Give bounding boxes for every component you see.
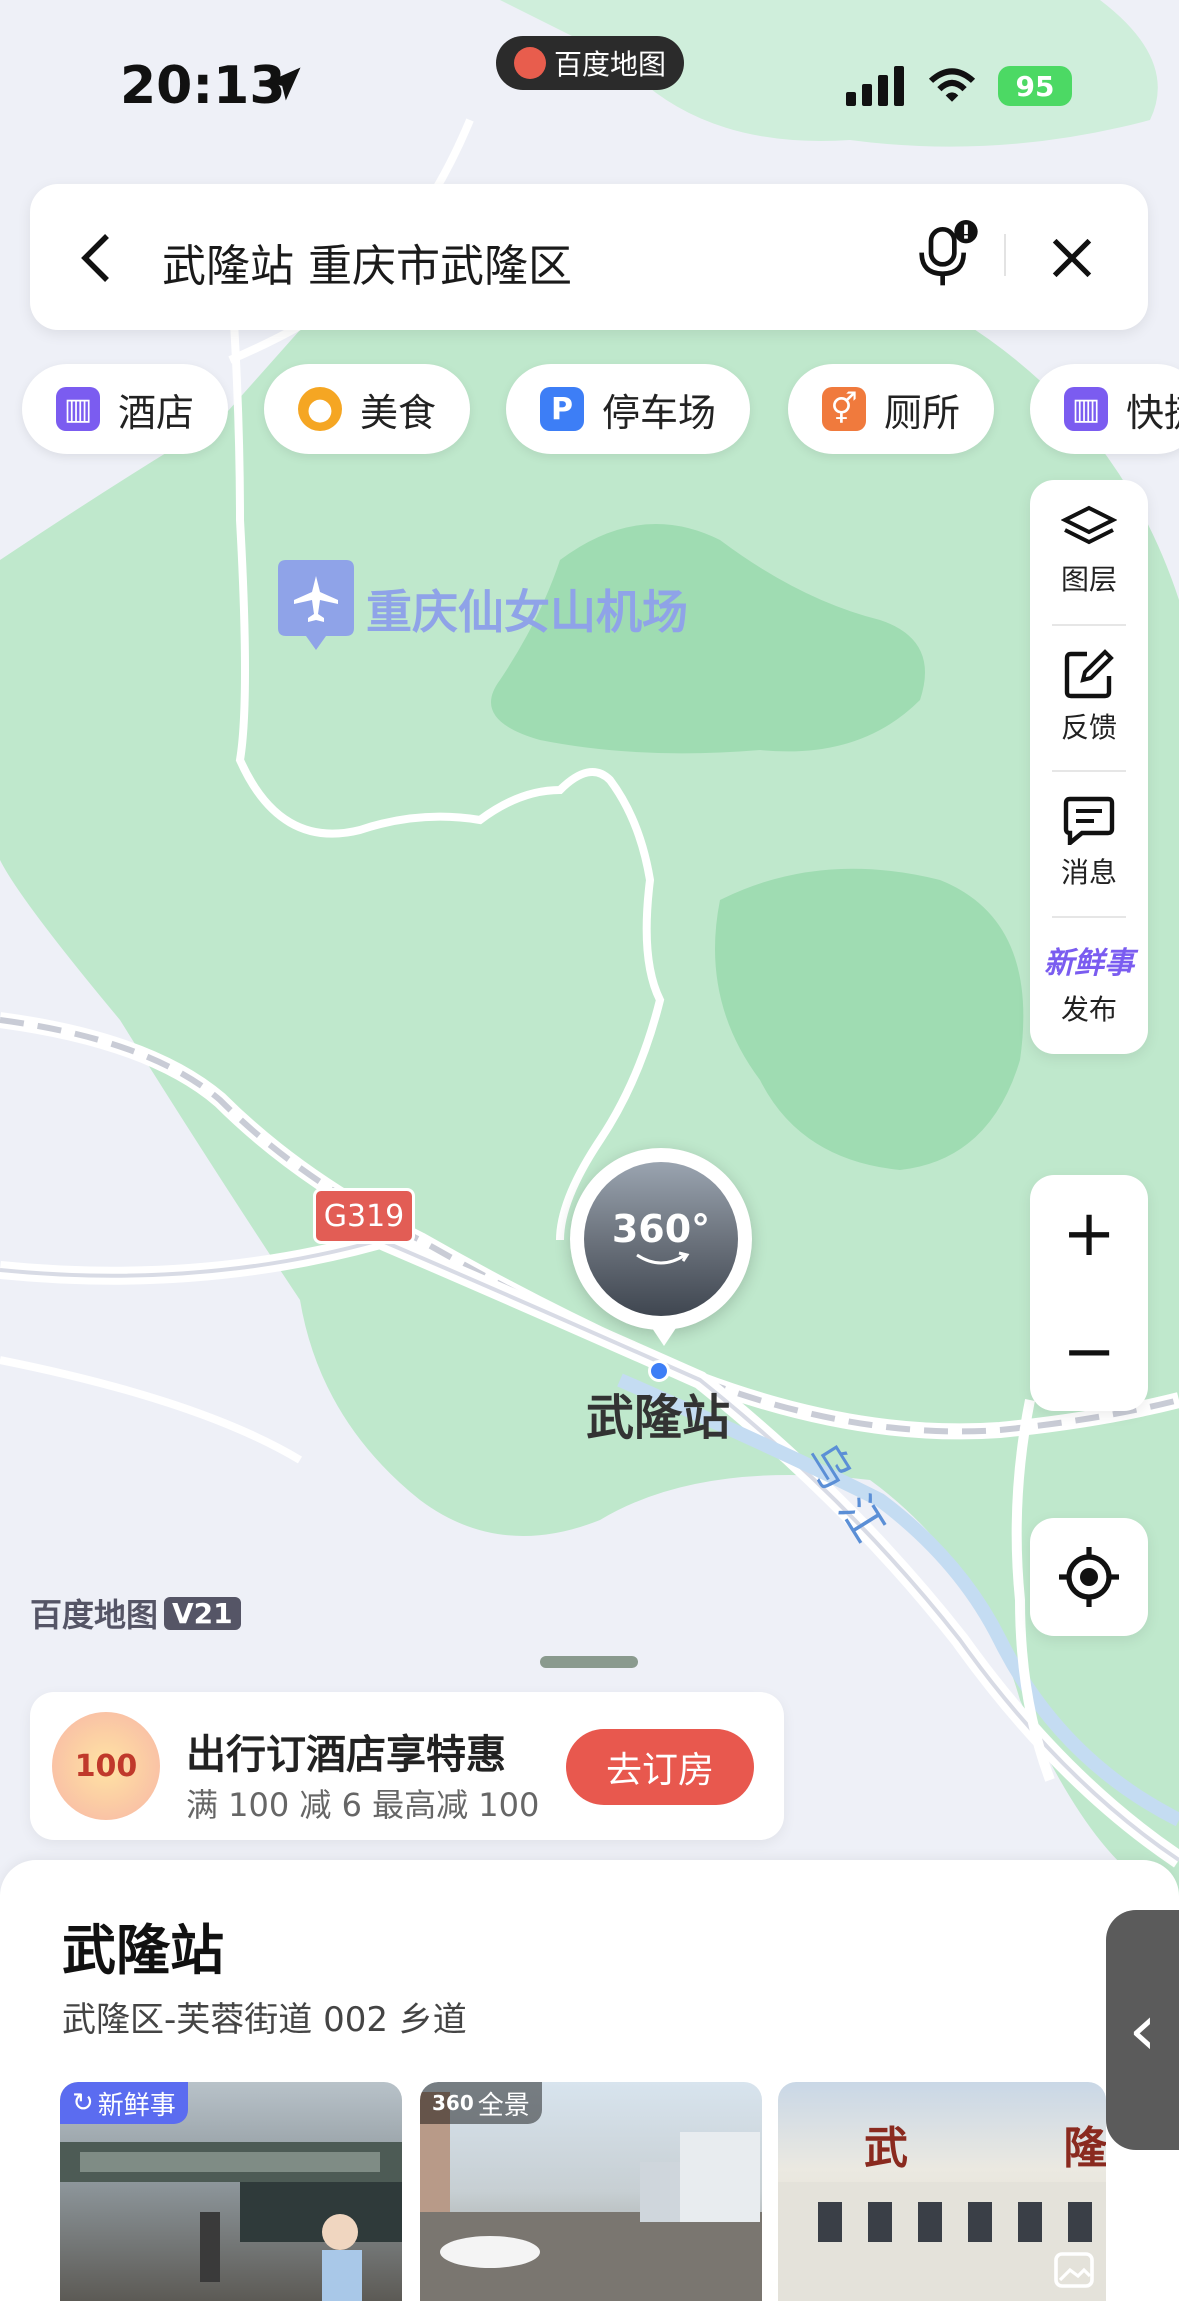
chip-label: 快捷 bbox=[1126, 390, 1179, 435]
layers-button[interactable]: 图层 bbox=[1030, 480, 1148, 622]
hotel-icon: ▥ bbox=[1064, 387, 1108, 431]
layers-label: 图层 bbox=[1060, 563, 1117, 596]
pin-360-label: 360° bbox=[611, 1207, 711, 1251]
signal-icon bbox=[846, 66, 904, 106]
station-sign: 武 隆 bbox=[864, 2123, 1106, 2174]
chip-parking[interactable]: P 停车场 bbox=[506, 364, 751, 454]
battery-level: 95 bbox=[1015, 69, 1055, 103]
app-indicator: 百度地图 bbox=[496, 36, 684, 90]
gallery-icon[interactable] bbox=[1054, 2252, 1094, 2288]
airport-icon[interactable] bbox=[278, 560, 354, 650]
feedback-button[interactable]: 反馈 bbox=[1030, 626, 1148, 768]
messages-label: 消息 bbox=[1060, 856, 1117, 889]
wifi-icon bbox=[928, 68, 976, 102]
promo-subtitle: 满 100 减 6 最高减 100 bbox=[186, 1786, 540, 1824]
chip-express-hotel[interactable]: ▥ 快捷 bbox=[1030, 364, 1179, 454]
tag-label: 新鲜事 bbox=[97, 2090, 176, 2121]
panorama-tag: 360 全景 bbox=[420, 2082, 542, 2124]
message-icon bbox=[1063, 796, 1115, 845]
chip-label: 酒店 bbox=[118, 390, 195, 435]
place-title: 武隆站 bbox=[62, 1919, 224, 1982]
app-name: 百度地图 bbox=[553, 48, 666, 81]
watermark-text: 百度地图 bbox=[30, 1596, 159, 1634]
food-icon: ● bbox=[298, 387, 342, 431]
status-time: 20:13 bbox=[120, 56, 286, 116]
rotate-icon bbox=[636, 1251, 690, 1265]
watermark-version: V21 bbox=[164, 1596, 241, 1630]
chevron-left-icon: ‹ bbox=[1128, 1989, 1157, 2071]
book-hotel-button[interactable]: 去订房 bbox=[566, 1729, 754, 1805]
photo-thumbnail[interactable]: ↻ 新鲜事 bbox=[60, 2082, 402, 2301]
drag-handle[interactable] bbox=[540, 1656, 638, 1668]
chip-label: 厕所 bbox=[884, 390, 961, 435]
chip-food[interactable]: ● 美食 bbox=[264, 364, 471, 454]
chip-label: 美食 bbox=[360, 390, 437, 435]
coupon-icon: 100 bbox=[52, 1712, 160, 1820]
baidu-map-icon bbox=[513, 47, 546, 79]
map-tool-panel: 图层 反馈 消息 新鲜事 发布 bbox=[1030, 480, 1148, 1054]
road-shield-g319: G319 bbox=[313, 1188, 415, 1244]
panorama-pin[interactable]: 360° bbox=[570, 1148, 752, 1330]
chip-label: 停车场 bbox=[602, 390, 717, 435]
feedback-icon bbox=[1064, 649, 1114, 699]
refresh-icon: ↻ bbox=[72, 2088, 94, 2118]
close-icon[interactable] bbox=[1046, 232, 1098, 284]
pin-tail bbox=[648, 1322, 680, 1346]
hotel-icon: ▥ bbox=[56, 387, 100, 431]
station-dot bbox=[648, 1360, 670, 1382]
chip-toilet[interactable]: ⚥ 厕所 bbox=[788, 364, 995, 454]
parking-icon: P bbox=[540, 387, 584, 431]
layers-icon bbox=[1061, 505, 1117, 545]
tag-label: 全景 bbox=[477, 2090, 530, 2121]
battery-indicator: 95 bbox=[998, 66, 1072, 106]
publish-button[interactable]: 新鲜事 发布 bbox=[1030, 912, 1148, 1054]
zoom-in-button[interactable]: + bbox=[1030, 1175, 1148, 1293]
panorama-360-icon: 360 bbox=[432, 2091, 474, 2115]
search-input[interactable]: 武隆站 重庆市武隆区 bbox=[162, 230, 572, 294]
panorama-thumbnail: 360° bbox=[584, 1162, 738, 1316]
back-icon[interactable] bbox=[74, 230, 118, 286]
fresh-news-tag: ↻ 新鲜事 bbox=[60, 2082, 188, 2124]
promo-title: 出行订酒店享特惠 bbox=[186, 1732, 506, 1778]
zoom-controls: + − bbox=[1030, 1175, 1148, 1411]
locate-icon bbox=[1059, 1547, 1119, 1607]
zoom-out-button[interactable]: − bbox=[1030, 1293, 1148, 1411]
microphone-icon[interactable] bbox=[910, 220, 980, 290]
divider bbox=[1004, 234, 1006, 276]
photo-thumbnail[interactable]: 武 隆 bbox=[778, 2082, 1106, 2301]
chip-hotel[interactable]: ▥ 酒店 bbox=[22, 364, 229, 454]
publish-label: 发布 bbox=[1060, 993, 1117, 1026]
locate-button[interactable] bbox=[1030, 1518, 1148, 1636]
publish-badge-icon: 新鲜事 bbox=[1044, 946, 1134, 981]
photo-thumbnail[interactable]: 360 全景 bbox=[420, 2082, 762, 2301]
feedback-label: 反馈 bbox=[1060, 711, 1117, 744]
toilet-icon: ⚥ bbox=[822, 387, 866, 431]
location-arrow-icon bbox=[267, 67, 301, 101]
station-label[interactable]: 武隆站 bbox=[586, 1378, 730, 1448]
messages-button[interactable]: 消息 bbox=[1030, 772, 1148, 914]
map-watermark: 百度地图 V21 bbox=[30, 1590, 241, 1636]
place-address: 武隆区-芙蓉街道 002 乡道 bbox=[62, 2000, 467, 2040]
collapse-side-tab[interactable]: ‹ bbox=[1106, 1910, 1179, 2150]
coupon-badge: 100 bbox=[74, 1748, 138, 1784]
airport-label[interactable]: 重庆仙女山机场 bbox=[366, 576, 688, 642]
